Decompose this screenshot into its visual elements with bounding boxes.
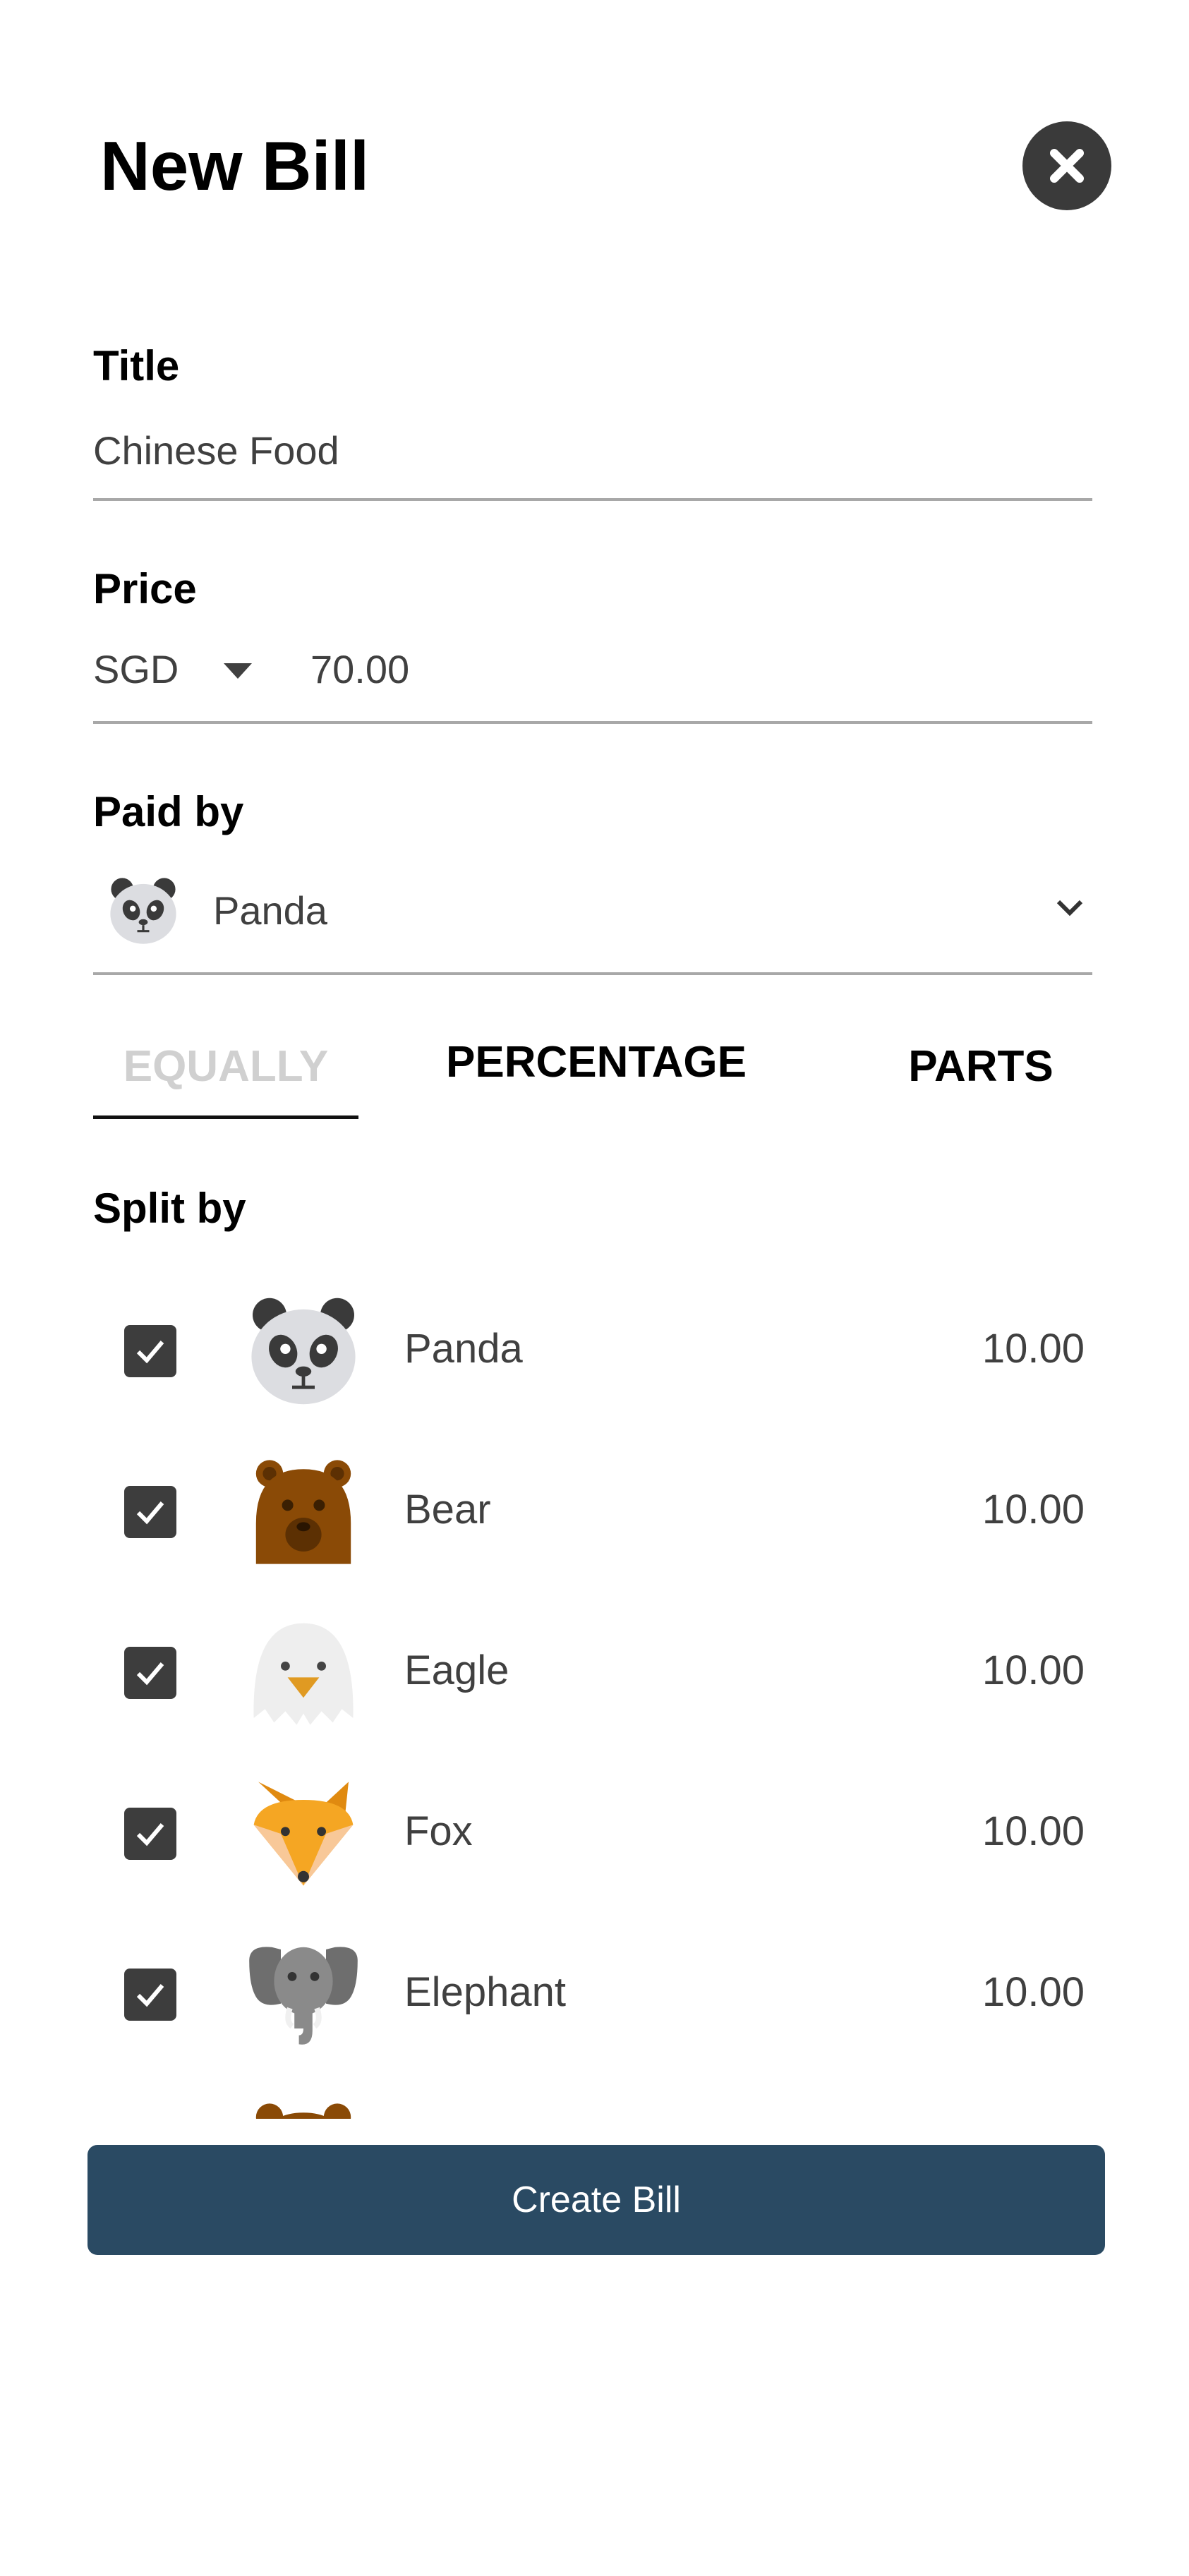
close-icon [1050,149,1084,183]
title-input[interactable]: Chinese Food [93,428,339,473]
check-icon [136,1662,164,1686]
checkbox[interactable] [124,1325,176,1377]
check-icon [136,1823,164,1846]
price-input[interactable]: 70.00 [310,646,409,692]
split-by-label: Split by [93,1185,246,1232]
split-list[interactable]: Panda 10.00 Bear 10.00 Eagle 10.00 Fox 1… [0,1256,1189,2119]
check-icon [136,1341,164,1364]
panda-icon [251,1298,356,1405]
member-amount: 10.00 [982,1808,1085,1854]
list-item: Fox 10.00 [0,1767,1189,1901]
price-label: Price [93,565,197,612]
list-item [0,2088,1189,2119]
member-name: Bear [404,1487,491,1532]
checkbox[interactable] [124,1486,176,1538]
list-item: Panda 10.00 [0,1284,1189,1418]
paid-by-select[interactable]: Panda [93,868,1092,953]
checkbox[interactable] [124,1969,176,2021]
close-button[interactable] [1022,121,1111,210]
check-icon [136,1984,164,2007]
chevron-down-icon [1056,900,1083,917]
member-name: Elephant [404,1969,566,2015]
list-item: Bear 10.00 [0,1445,1189,1579]
elephant-icon [249,1947,358,2045]
paid-by-underline [93,972,1092,975]
tab-indicator [93,1115,358,1119]
check-icon [136,1501,164,1525]
tab-percentage[interactable]: PERCENTAGE [437,1037,755,1087]
member-name: Fox [404,1808,473,1854]
paid-by-name: Panda [213,888,327,933]
caret-down-icon [224,663,252,679]
page-title: New Bill [100,127,370,205]
title-label: Title [93,342,180,389]
tab-parts[interactable]: PARTS [882,1041,1080,1092]
member-amount: 10.00 [982,1326,1085,1372]
paid-by-label: Paid by [93,788,244,835]
eagle-icon [253,1623,354,1725]
checkbox[interactable] [124,1808,176,1860]
member-name: Eagle [404,1647,509,1693]
member-amount: 10.00 [982,1487,1085,1532]
member-name: Panda [404,1326,523,1372]
tab-equally[interactable]: EQUALLY [93,1041,358,1092]
member-amount: 10.00 [982,1647,1085,1693]
bear-icon [255,2103,351,2119]
title-underline [93,498,1092,501]
create-bill-button[interactable]: Create Bill [87,2145,1105,2255]
currency-value: SGD [93,647,179,691]
checkbox[interactable] [124,1647,176,1699]
currency-select[interactable]: SGD [93,646,262,703]
panda-icon [110,878,176,944]
fox-icon [253,1782,354,1886]
bear-icon [255,1460,351,1564]
list-item: Eagle 10.00 [0,1606,1189,1740]
member-amount: 10.00 [982,1969,1085,2015]
list-item: Elephant 10.00 [0,1928,1189,2062]
price-underline [93,721,1092,724]
